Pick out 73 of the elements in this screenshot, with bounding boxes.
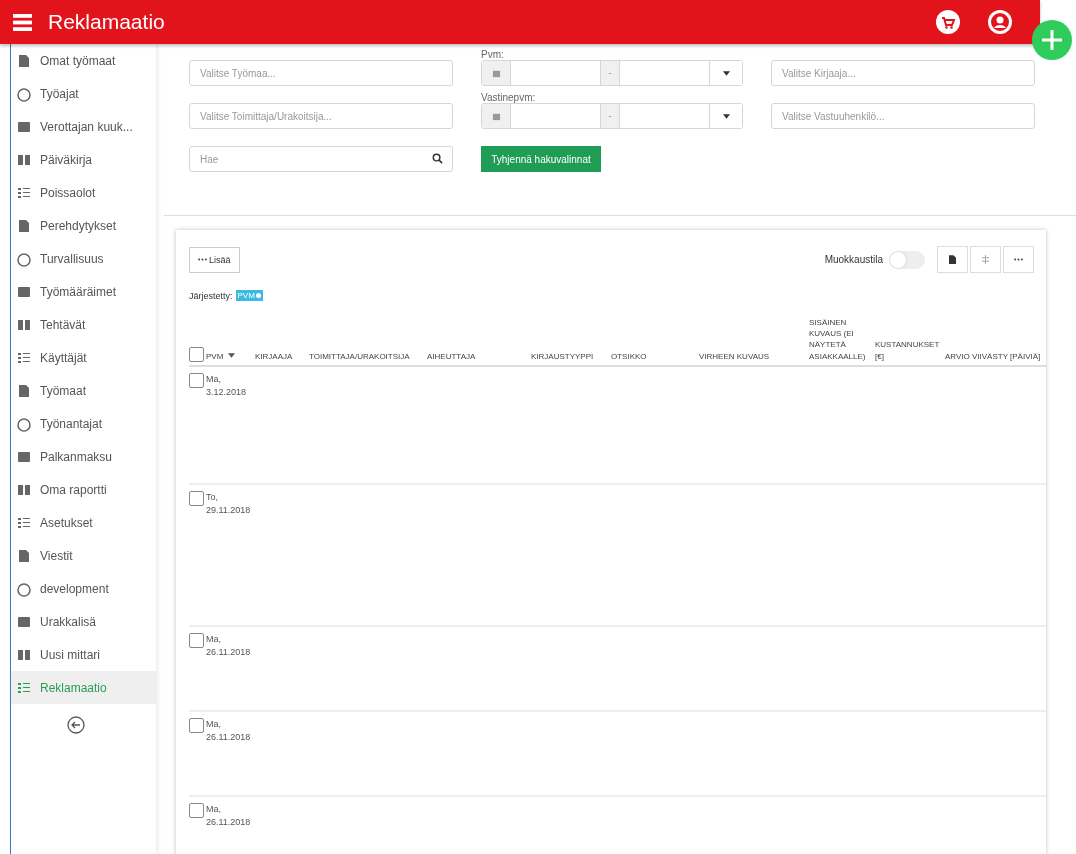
dots-icon (198, 258, 207, 261)
row-checkbox[interactable] (189, 632, 204, 648)
sidebar-item[interactable]: Työmaat (11, 374, 156, 407)
sidebar-item[interactable]: Omat työmaat (11, 44, 156, 77)
page-title: Reklamaatio (48, 10, 165, 34)
menu-icon[interactable] (13, 13, 32, 31)
column-header[interactable]: VIRHEEN KUVAUS (699, 350, 773, 362)
sidebar-item[interactable]: Palkanmaksu (11, 440, 156, 473)
column-header[interactable]: KIRJAUSTYYPPI (531, 350, 597, 362)
sidebar-item[interactable]: Verottajan kuuk... (11, 110, 156, 143)
sidebar-item[interactable]: Tehtävät (11, 308, 156, 341)
row-checkbox[interactable] (189, 372, 204, 388)
sidebar-item[interactable]: Työnantajat (11, 407, 156, 440)
row-checkbox[interactable] (189, 490, 204, 506)
sidebar-item[interactable]: Viestit (11, 539, 156, 572)
date-cell: Ma, 26.11.2018 (206, 632, 251, 660)
row-checkbox[interactable] (189, 717, 204, 733)
sidebar-item[interactable]: Poissaolot (11, 176, 156, 209)
edit-mode-label: Muokkaustila (824, 254, 883, 265)
sidebar-item[interactable]: Päiväkirja (11, 143, 156, 176)
column-header[interactable]: TOIMITTAJA/URAKOITSIJA (309, 350, 413, 362)
column-header[interactable]: OTSIKKO (611, 350, 650, 362)
dots-icon (1014, 258, 1023, 261)
table-row[interactable]: Ma, 3.12.2018 (189, 366, 1046, 485)
sidebar-item[interactable]: development (11, 572, 156, 605)
table-row[interactable]: Ma, 26.11.2018 (189, 711, 1046, 797)
file-icon (949, 255, 956, 264)
export-button[interactable] (937, 246, 968, 273)
responsible-field[interactable]: Valitse Vastuuhenkilö... (771, 103, 1035, 129)
column-header[interactable]: KIRJAAJA (255, 350, 296, 362)
date-cell: Ma, 26.11.2018 (206, 717, 251, 745)
sorted-by-label: Järjestetty: (189, 290, 233, 301)
edit-mode-toggle[interactable] (889, 250, 925, 269)
sidebar-item[interactable]: Työajat (11, 77, 156, 110)
sort-caret-icon (228, 352, 236, 358)
sidebar-item[interactable]: Turvallisuus (11, 242, 156, 275)
sidebar-item[interactable]: Oma raportti (11, 473, 156, 506)
sidebar-item[interactable]: Uusi mittari (11, 638, 156, 671)
table-row[interactable]: Ma, 26.11.2018 (189, 796, 1046, 854)
cart-icon[interactable] (936, 10, 960, 34)
search-field[interactable]: Hae (189, 146, 453, 172)
sidebar-item[interactable]: Työmääräimet (11, 275, 156, 308)
date-label: Pvm: (481, 49, 505, 60)
add-icon[interactable] (1032, 20, 1072, 60)
date-cell: To, 29.11.2018 (206, 490, 251, 518)
collapse-icon[interactable] (67, 716, 85, 734)
calendar-icon (491, 68, 501, 78)
add-button[interactable]: Lisää (189, 246, 240, 273)
split-icon (982, 255, 989, 264)
sidebar-item[interactable]: Perehdytykset (11, 209, 156, 242)
date-cell: Ma, 26.11.2018 (206, 802, 251, 830)
worksite-field[interactable]: Valitse Työmaa... (189, 60, 453, 86)
sidebar-item[interactable]: Urakkalisä (11, 605, 156, 638)
response-date-label: Vastinepvm: (481, 92, 537, 103)
sidebar-item[interactable]: Käyttäjät (11, 341, 156, 374)
recorder-field[interactable]: Valitse Kirjaaja... (771, 60, 1035, 86)
caret-icon (722, 113, 730, 119)
column-header[interactable]: AIHEUTTAJA (427, 350, 479, 362)
column-header[interactable]: KUSTANNUKSET [€] (875, 339, 945, 362)
table-row[interactable]: To, 29.11.2018 (189, 484, 1046, 627)
select-all-checkbox[interactable] (189, 346, 204, 362)
supplier-field[interactable]: Valitse Toimittaja/Urakoitsija... (189, 103, 453, 129)
column-header[interactable]: PVM (206, 350, 227, 362)
calendar-icon (491, 111, 501, 121)
table-row[interactable]: Ma, 26.11.2018 (189, 626, 1046, 712)
sidebar-item[interactable]: Asetukset (11, 506, 156, 539)
column-header[interactable]: SISÄINEN KUVAUS (EI NÄYTETÄ ASIAKKAALLE) (809, 317, 875, 362)
search-icon (432, 153, 443, 164)
column-header[interactable]: ARVIO VIIVÄSTY [PÄIVIÄ] (945, 350, 1044, 362)
date-cell: Ma, 3.12.2018 (206, 372, 247, 400)
row-checkbox[interactable] (189, 802, 204, 818)
caret-icon (722, 70, 730, 76)
user-icon[interactable] (988, 10, 1012, 34)
